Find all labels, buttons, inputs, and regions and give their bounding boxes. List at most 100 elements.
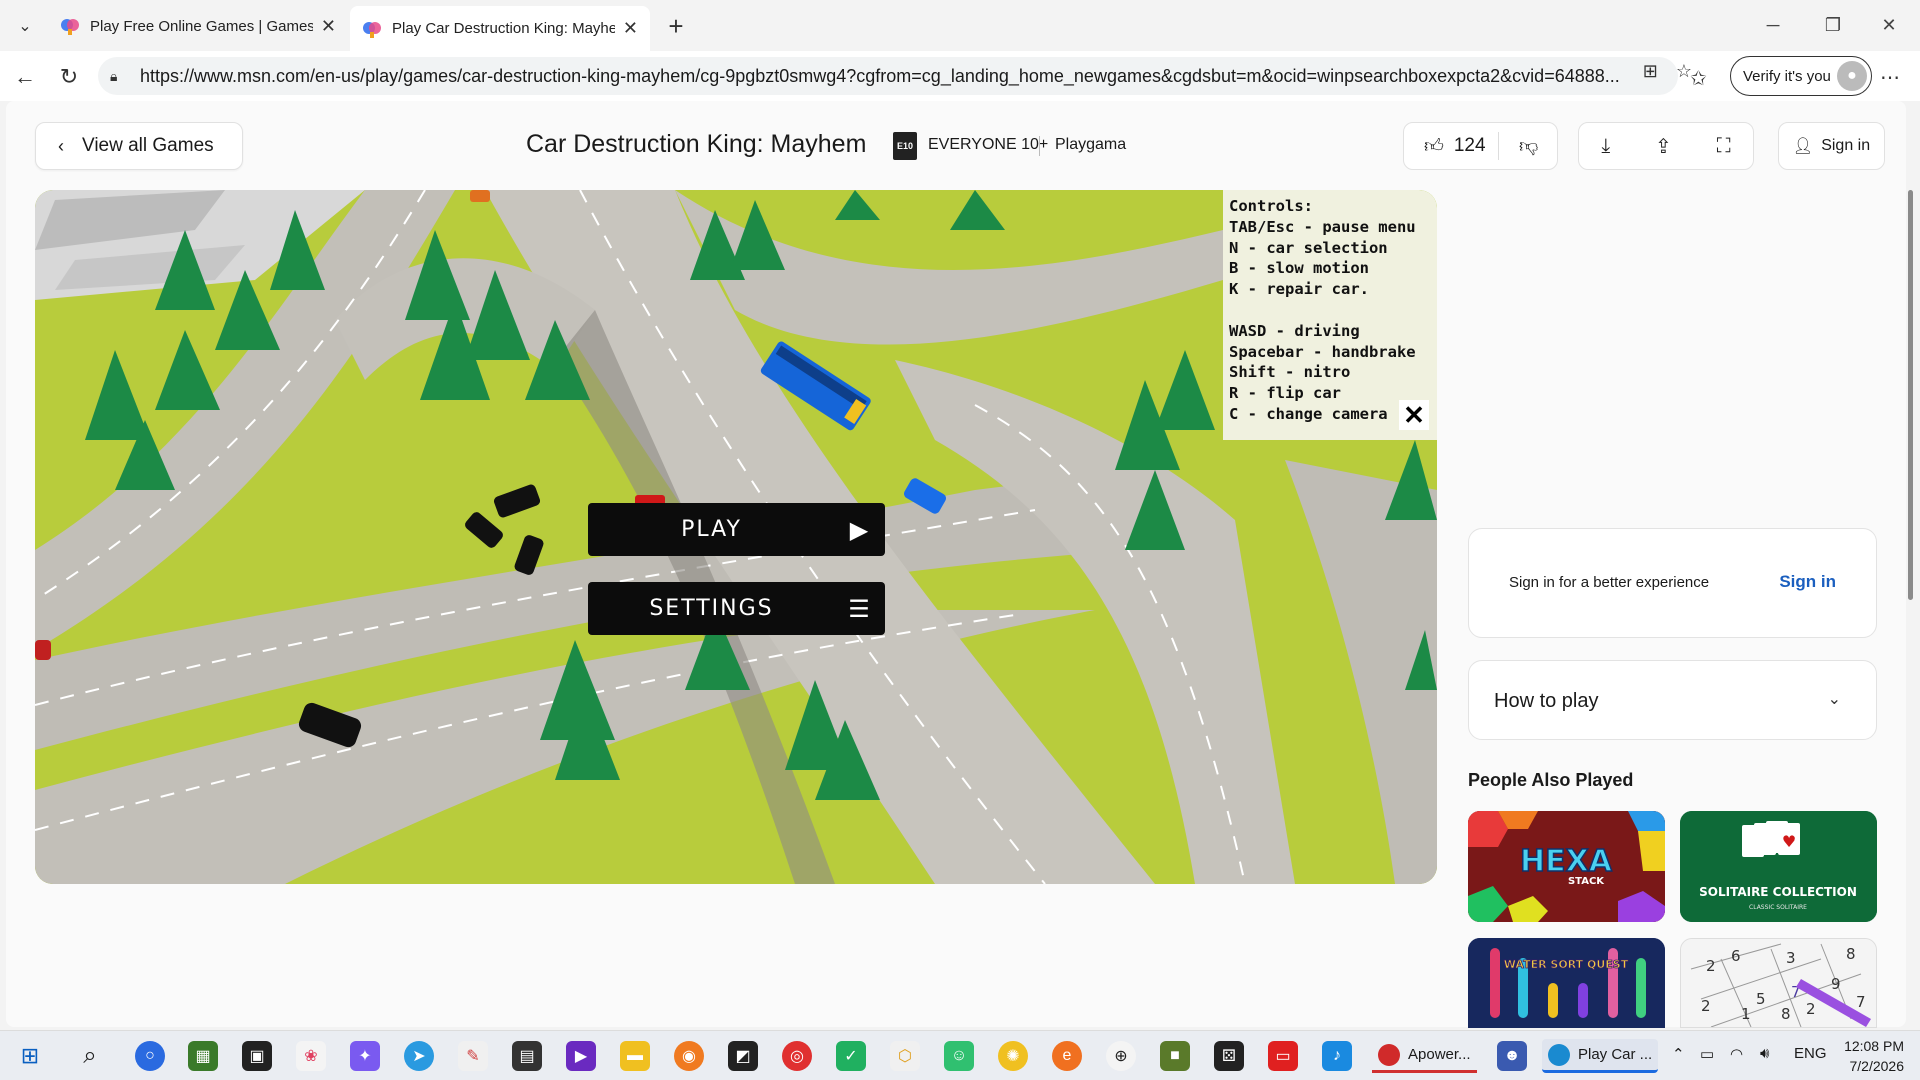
android-app-icon[interactable]: ☺	[944, 1041, 974, 1071]
page-scrollbar[interactable]	[1908, 190, 1913, 600]
chevron-left-icon: ‹	[58, 135, 64, 156]
search-icon[interactable]: ⌕	[75, 1041, 105, 1071]
edge-dev-icon[interactable]: e	[1052, 1041, 1082, 1071]
hexa-title: HEXA	[1520, 844, 1613, 879]
play-button[interactable]: PLAY ▶	[588, 503, 885, 556]
chrome-icon[interactable]: ◎	[782, 1041, 812, 1071]
msn-games-favicon-icon	[61, 19, 79, 35]
firefox-icon[interactable]: ◉	[674, 1041, 704, 1071]
minecraft-launcher-icon[interactable]: ■	[1160, 1041, 1190, 1071]
rating-buttons: 👍︎ 124 👎︎	[1403, 122, 1558, 170]
header-sign-in-button[interactable]: 👤︎ Sign in	[1778, 122, 1885, 170]
office-app-icon[interactable]: ⬡	[890, 1041, 920, 1071]
language-indicator[interactable]: ENG	[1794, 1045, 1827, 1062]
thumbs-up-icon: 👍︎	[1424, 135, 1444, 157]
close-controls-icon[interactable]: ✕	[1399, 400, 1429, 430]
settings-button[interactable]: SETTINGS ☰	[588, 582, 885, 635]
visual-studio-icon[interactable]: ▶	[566, 1041, 596, 1071]
notes-app-icon[interactable]: ◩	[728, 1041, 758, 1071]
telegram-icon[interactable]: ➤	[404, 1041, 434, 1071]
file-explorer-icon[interactable]: ▬	[620, 1041, 650, 1071]
system-clock[interactable]: 12:08 PM 7/2/2026	[1840, 1036, 1904, 1076]
age-rating-label: EVERYONE 10+	[928, 136, 1049, 153]
calculator-icon[interactable]: ▤	[512, 1041, 542, 1071]
lasso-app-icon[interactable]: ❀	[296, 1041, 326, 1071]
share-icon[interactable]: ⇪	[1655, 134, 1672, 159]
fullscreen-icon[interactable]: ⛶	[1717, 135, 1731, 158]
how-to-play-expander[interactable]: How to play ⌄	[1468, 660, 1877, 740]
address-bar[interactable]: 🔒︎ https://www.msn.com/en-us/play/games/…	[98, 57, 1678, 95]
game-thumbnail-hexa-stack[interactable]: HEXA STACK	[1468, 811, 1665, 922]
more-menu-icon[interactable]: ⋯	[1880, 65, 1900, 90]
minimize-window-button[interactable]: ─	[1746, 8, 1800, 42]
taskbar-apowersoft[interactable]: Apower...	[1372, 1039, 1477, 1073]
signin-message: Sign in for a better experience	[1509, 574, 1710, 591]
svg-text:5: 5	[1756, 990, 1766, 1008]
back-arrow-icon[interactable]: ←	[8, 60, 42, 94]
like-button[interactable]: 👍︎ 124	[1404, 132, 1499, 160]
like-count: 124	[1453, 135, 1486, 156]
new-tab-button[interactable]: +	[660, 10, 692, 42]
tab-strip: ⌄ Play Free Online Games | Games fr ✕ Pl…	[0, 0, 1920, 51]
view-all-games-button[interactable]: ‹ View all Games	[35, 122, 243, 170]
battery-icon[interactable]: ▭	[1700, 1045, 1714, 1063]
svg-text:♥: ♥	[1782, 832, 1796, 851]
wifi-icon[interactable]: ◠	[1730, 1045, 1743, 1063]
windows-taskbar: ⊞ ⌕ ○ ▦ ▣ ❀ ✦ ➤ ✎ ▤ ▶ ▬ ◉ ◩ ◎ ✓ ⬡ ☺ ✺ e …	[0, 1030, 1920, 1080]
close-tab-icon[interactable]: ✕	[321, 16, 336, 37]
minecraft-app-icon[interactable]: ▦	[188, 1041, 218, 1071]
sliders-icon: ☰	[848, 594, 872, 623]
hexa-stack-art: HEXA STACK	[1468, 811, 1665, 922]
svg-text:2: 2	[1701, 997, 1711, 1015]
dice-app-icon[interactable]: ⚄	[1214, 1041, 1244, 1071]
globe-icon[interactable]: ⊕	[1106, 1041, 1136, 1071]
solitaire-art: ♥ SOLITAIRE COLLECTION CLASSIC SOLITAIRE	[1680, 811, 1877, 922]
svg-text:7: 7	[1856, 993, 1866, 1011]
game-actions: ⤓ ⇪ ⛶	[1578, 122, 1754, 170]
security-app-icon[interactable]: ✓	[836, 1041, 866, 1071]
game-canvas[interactable]: Controls: TAB/Esc - pause menu N - car s…	[35, 190, 1437, 884]
close-window-button[interactable]: ✕	[1862, 8, 1916, 42]
svg-text:8: 8	[1781, 1005, 1791, 1023]
svg-text:8: 8	[1846, 945, 1856, 963]
volume-icon[interactable]: 🔊︎	[1760, 1045, 1769, 1062]
play-icon: ▶	[849, 515, 871, 544]
taskbar-app-label: Apower...	[1408, 1046, 1471, 1063]
game-app-icon[interactable]: ☻	[1497, 1041, 1527, 1071]
tab-play-free-online-games[interactable]: Play Free Online Games | Games fr ✕	[48, 6, 348, 46]
show-hidden-icons-icon[interactable]: ⌃	[1672, 1045, 1685, 1063]
site-info-lock-icon[interactable]: 🔒︎	[110, 68, 128, 85]
game-thumbnail-sudoku[interactable]: 263 821 57 829 7	[1680, 938, 1877, 1028]
browser-toolbar: ← ↻ 🔒︎ https://www.msn.com/en-us/play/ga…	[0, 51, 1920, 101]
media-app-icon[interactable]: ▭	[1268, 1041, 1298, 1071]
chat-app-icon[interactable]: ✺	[998, 1041, 1028, 1071]
cortana-icon[interactable]: ○	[135, 1041, 165, 1071]
svg-text:1: 1	[1741, 1005, 1751, 1023]
signin-link[interactable]: Sign in	[1779, 572, 1836, 592]
close-tab-icon[interactable]: ✕	[623, 18, 638, 39]
svg-text:3: 3	[1786, 949, 1796, 967]
profile-avatar-icon: ●	[1837, 61, 1867, 91]
svg-text:9: 9	[1831, 975, 1841, 993]
download-icon[interactable]: ⤓	[1601, 135, 1610, 158]
solitaire-subtitle: CLASSIC SOLITAIRE	[1749, 904, 1807, 911]
favorites-icon[interactable]: ✩	[1690, 66, 1707, 91]
url-text[interactable]: https://www.msn.com/en-us/play/games/car…	[140, 66, 1620, 87]
refresh-icon[interactable]: ↻	[52, 60, 86, 94]
taskbar-edge-window[interactable]: Play Car ...	[1542, 1039, 1659, 1073]
tab-actions-menu-button[interactable]: ⌄	[8, 12, 42, 40]
app-available-icon[interactable]: ⊞	[1643, 61, 1658, 82]
restore-window-button[interactable]: ❐	[1806, 8, 1860, 42]
dislike-button[interactable]: 👎︎	[1499, 135, 1538, 158]
verify-profile-button[interactable]: Verify it's you ●	[1730, 56, 1872, 96]
game-title: Car Destruction King: Mayhem	[526, 130, 867, 158]
game-thumbnail-water-sort-quest[interactable]: WATER SORT QUEST	[1468, 938, 1665, 1028]
hexa-subtitle: STACK	[1568, 876, 1605, 887]
photo-editor-icon[interactable]: ▣	[242, 1041, 272, 1071]
windows-start-icon[interactable]: ⊞	[15, 1041, 45, 1071]
tiktok-icon[interactable]: ♪	[1322, 1041, 1352, 1071]
copilot-icon[interactable]: ✦	[350, 1041, 380, 1071]
paint-icon[interactable]: ✎	[458, 1041, 488, 1071]
game-thumbnail-solitaire-collection[interactable]: ♥ SOLITAIRE COLLECTION CLASSIC SOLITAIRE	[1680, 811, 1877, 922]
tab-play-car-destruction-king[interactable]: Play Car Destruction King: Mayhem ✕	[350, 6, 650, 51]
